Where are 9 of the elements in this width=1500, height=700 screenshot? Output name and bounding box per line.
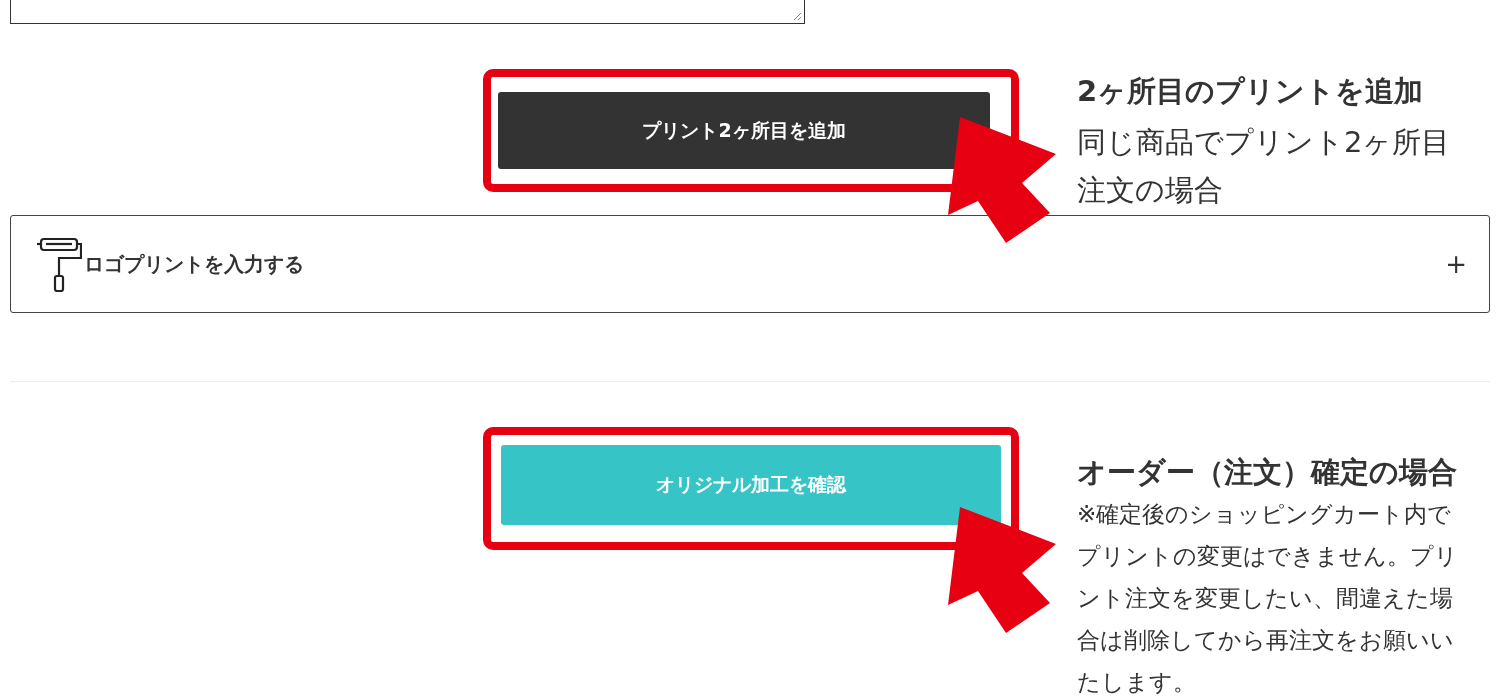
text-area[interactable]: [10, 0, 805, 24]
note-title: 2ヶ所目のプリントを追加: [1077, 73, 1425, 110]
note-text: 同じ商品でプリント2ヶ所目 注文の場合: [1077, 124, 1452, 209]
note-text: ※確定後のショッピングカート内で プリントの変更はできません。プリ ント注文を変更したい、間違えた場 合は削除してから再注文をお願いい たします。: [1077, 500, 1459, 697]
paint-roller-icon: [36, 236, 82, 292]
add-print-button[interactable]: プリント2ヶ所目を追加: [498, 92, 990, 169]
note-title: オーダー（注文）確定の場合: [1077, 454, 1458, 491]
resize-grip-icon[interactable]: [792, 11, 802, 21]
accordion-header[interactable]: ロゴプリントを入力する +: [10, 215, 1490, 313]
